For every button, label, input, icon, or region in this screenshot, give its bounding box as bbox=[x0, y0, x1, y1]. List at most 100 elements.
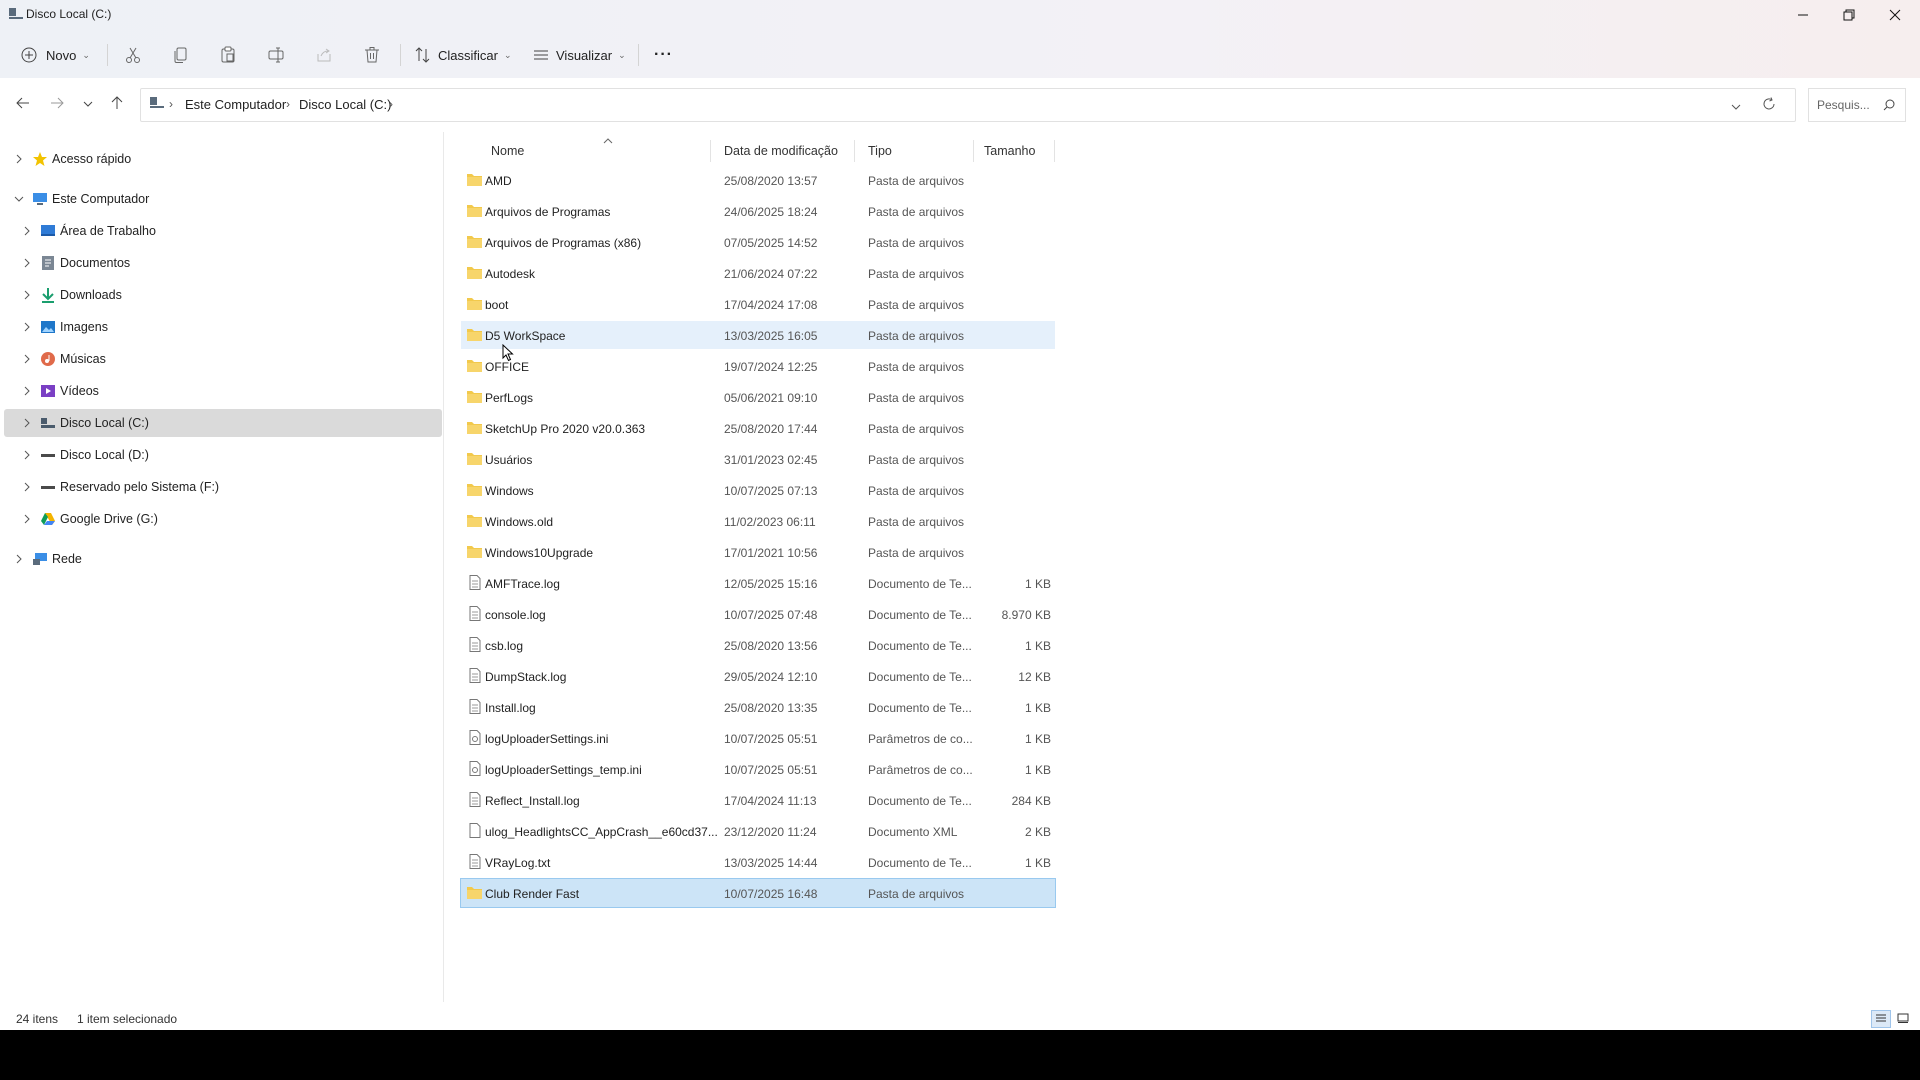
sidebar-item-videos[interactable]: Vídeos bbox=[4, 377, 442, 405]
file-row[interactable]: OFFICE 19/07/2024 12:25 Pasta de arquivos bbox=[461, 352, 1055, 380]
file-row[interactable]: ulog_HeadlightsCC_AppCrash__e60cd37... 23… bbox=[461, 817, 1055, 845]
view-button[interactable]: Visualizar ⌄ bbox=[532, 40, 626, 70]
column-label: Tipo bbox=[868, 144, 892, 158]
file-row[interactable]: Usuários 31/01/2023 02:45 Pasta de arquivo… bbox=[461, 445, 1055, 473]
chevron-right-icon[interactable] bbox=[22, 321, 32, 332]
chevron-right-icon[interactable] bbox=[22, 257, 32, 268]
sidebar-item-label: Google Drive (G:) bbox=[60, 512, 158, 526]
file-row[interactable]: D5 WorkSpace 13/03/2025 16:05 Pasta de arq… bbox=[461, 321, 1055, 349]
sidebar-item-label: Este Computador bbox=[52, 192, 150, 206]
file-row[interactable]: Install.log 25/08/2020 13:35 Documento de … bbox=[461, 693, 1055, 721]
file-row[interactable]: logUploaderSettings.ini 10/07/2025 05:51 P… bbox=[461, 724, 1055, 752]
share-button[interactable] bbox=[315, 40, 333, 70]
refresh-button[interactable] bbox=[1762, 97, 1776, 116]
sidebar-item-google-drive[interactable]: Google Drive (G:) bbox=[4, 505, 442, 533]
delete-button[interactable] bbox=[363, 40, 381, 70]
chevron-right-icon[interactable] bbox=[22, 481, 32, 492]
more-options-button[interactable]: ··· bbox=[654, 40, 673, 70]
file-date: 10/07/2025 07:48 bbox=[724, 608, 818, 622]
sidebar-item-music[interactable]: Músicas bbox=[4, 345, 442, 373]
address-bar[interactable]: › Este Computador › Disco Local (C:) › bbox=[140, 88, 1796, 122]
settings-file-icon bbox=[466, 761, 483, 776]
file-row[interactable]: Club Render Fast 10/07/2025 16:48 Pasta de… bbox=[460, 878, 1056, 908]
folder-icon bbox=[466, 203, 483, 218]
chevron-right-icon[interactable] bbox=[22, 417, 32, 428]
file-type: Documento de Te... bbox=[868, 608, 972, 622]
file-row[interactable]: console.log 10/07/2025 07:48 Documento de … bbox=[461, 600, 1055, 628]
sidebar-item-documents[interactable]: Documentos bbox=[4, 249, 442, 277]
back-button[interactable] bbox=[12, 94, 34, 116]
file-row[interactable]: boot 17/04/2024 17:08 Pasta de arquivos bbox=[461, 290, 1055, 318]
sidebar-item-downloads[interactable]: Downloads bbox=[4, 281, 442, 309]
cut-button[interactable] bbox=[124, 40, 142, 70]
column-header-type[interactable]: Tipo bbox=[855, 138, 974, 162]
file-type: Pasta de arquivos bbox=[868, 174, 965, 188]
sort-button[interactable]: Classificar ⌄ bbox=[414, 40, 512, 70]
file-list: Nome Data de modificação Tipo Tamanho AM… bbox=[446, 132, 1920, 1002]
file-type: Pasta de arquivos bbox=[868, 205, 965, 219]
file-row[interactable]: VRayLog.txt 13/03/2025 14:44 Documento de … bbox=[461, 848, 1055, 876]
file-type: Pasta de arquivos bbox=[868, 391, 965, 405]
file-name: csb.log bbox=[485, 639, 524, 653]
file-name: Club Render Fast bbox=[485, 887, 580, 901]
file-row[interactable]: Autodesk 21/06/2024 07:22 Pasta de arquivo… bbox=[461, 259, 1055, 287]
sidebar-item-drive-f[interactable]: Reservado pelo Sistema (F:) bbox=[4, 473, 442, 501]
breadcrumb-separator[interactable]: › bbox=[389, 97, 393, 111]
file-row[interactable]: Windows 10/07/2025 07:13 Pasta de arquivos bbox=[461, 476, 1055, 504]
minimize-button[interactable] bbox=[1780, 0, 1826, 30]
breadcrumb-separator[interactable]: › bbox=[169, 97, 173, 111]
file-row[interactable]: csb.log 25/08/2020 13:56 Documento de Te..… bbox=[461, 631, 1055, 659]
recent-locations-button[interactable] bbox=[77, 94, 99, 116]
file-row[interactable]: AMD 25/08/2020 13:57 Pasta de arquivos bbox=[461, 166, 1055, 194]
chevron-right-icon[interactable] bbox=[22, 225, 32, 236]
sidebar-item-label: Vídeos bbox=[60, 384, 99, 398]
new-button[interactable]: Novo ⌄ bbox=[20, 40, 90, 70]
close-button[interactable] bbox=[1872, 0, 1918, 30]
separator bbox=[638, 44, 639, 66]
view-label: Visualizar bbox=[556, 47, 613, 63]
large-icons-view-button[interactable] bbox=[1893, 1010, 1913, 1028]
up-button[interactable] bbox=[106, 94, 128, 116]
file-row[interactable]: AMFTrace.log 12/05/2025 15:16 Documento de… bbox=[461, 569, 1055, 597]
copy-button[interactable] bbox=[172, 40, 190, 70]
chevron-right-icon[interactable] bbox=[14, 153, 24, 164]
file-row[interactable]: Reflect_Install.log 17/04/2024 11:13 Docum… bbox=[461, 786, 1055, 814]
file-row[interactable]: Windows.old 11/02/2023 06:11 Pasta de arqu… bbox=[461, 507, 1055, 535]
file-row[interactable]: DumpStack.log 29/05/2024 12:10 Documento d… bbox=[461, 662, 1055, 690]
file-row[interactable]: PerfLogs 05/06/2021 09:10 Pasta de arquivo… bbox=[461, 383, 1055, 411]
column-divider[interactable] bbox=[1054, 140, 1055, 162]
file-type: Pasta de arquivos bbox=[868, 236, 965, 250]
sidebar-item-pictures[interactable]: Imagens bbox=[4, 313, 442, 341]
details-view-button[interactable] bbox=[1871, 1010, 1891, 1028]
column-header-date[interactable]: Data de modificação bbox=[711, 138, 855, 162]
rename-button[interactable] bbox=[267, 40, 285, 70]
sidebar-item-desktop[interactable]: Área de Trabalho bbox=[4, 217, 442, 245]
chevron-right-icon[interactable] bbox=[22, 385, 32, 396]
sidebar-item-this-pc[interactable]: Este Computador bbox=[4, 185, 442, 213]
file-row[interactable]: logUploaderSettings_temp.ini 10/07/2025 0… bbox=[461, 755, 1055, 783]
paste-button[interactable] bbox=[219, 40, 237, 70]
search-input[interactable]: Pesquis... bbox=[1808, 88, 1906, 122]
chevron-right-icon[interactable] bbox=[14, 553, 24, 564]
chevron-right-icon[interactable] bbox=[22, 513, 32, 524]
chevron-right-icon[interactable] bbox=[22, 353, 32, 364]
file-row[interactable]: SketchUp Pro 2020 v20.0.363 25/08/2020 17… bbox=[461, 414, 1055, 442]
restore-button[interactable] bbox=[1826, 0, 1872, 30]
file-row[interactable]: Windows10Upgrade 17/01/2021 10:56 Pasta de… bbox=[461, 538, 1055, 566]
chevron-down-icon[interactable] bbox=[14, 193, 24, 203]
breadcrumb-item[interactable]: Disco Local (C:) bbox=[299, 97, 391, 112]
chevron-right-icon[interactable] bbox=[22, 289, 32, 300]
column-header-name[interactable]: Nome bbox=[461, 138, 711, 162]
file-row[interactable]: Arquivos de Programas 24/06/2025 18:24 Pas… bbox=[461, 197, 1055, 225]
breadcrumb-item[interactable]: Este Computador bbox=[185, 97, 286, 112]
sidebar-item-quick-access[interactable]: Acesso rápido bbox=[4, 145, 442, 173]
address-history-dropdown[interactable] bbox=[1731, 99, 1741, 117]
forward-button[interactable] bbox=[46, 94, 68, 116]
chevron-right-icon[interactable] bbox=[22, 449, 32, 460]
sidebar-item-drive-c[interactable]: Disco Local (C:) bbox=[4, 409, 442, 437]
breadcrumb-separator[interactable]: › bbox=[286, 97, 290, 111]
sidebar-item-drive-d[interactable]: Disco Local (D:) bbox=[4, 441, 442, 469]
file-row[interactable]: Arquivos de Programas (x86) 07/05/2025 14… bbox=[461, 228, 1055, 256]
column-header-size[interactable]: Tamanho bbox=[974, 138, 1055, 162]
sidebar-item-network[interactable]: Rede bbox=[4, 545, 442, 573]
